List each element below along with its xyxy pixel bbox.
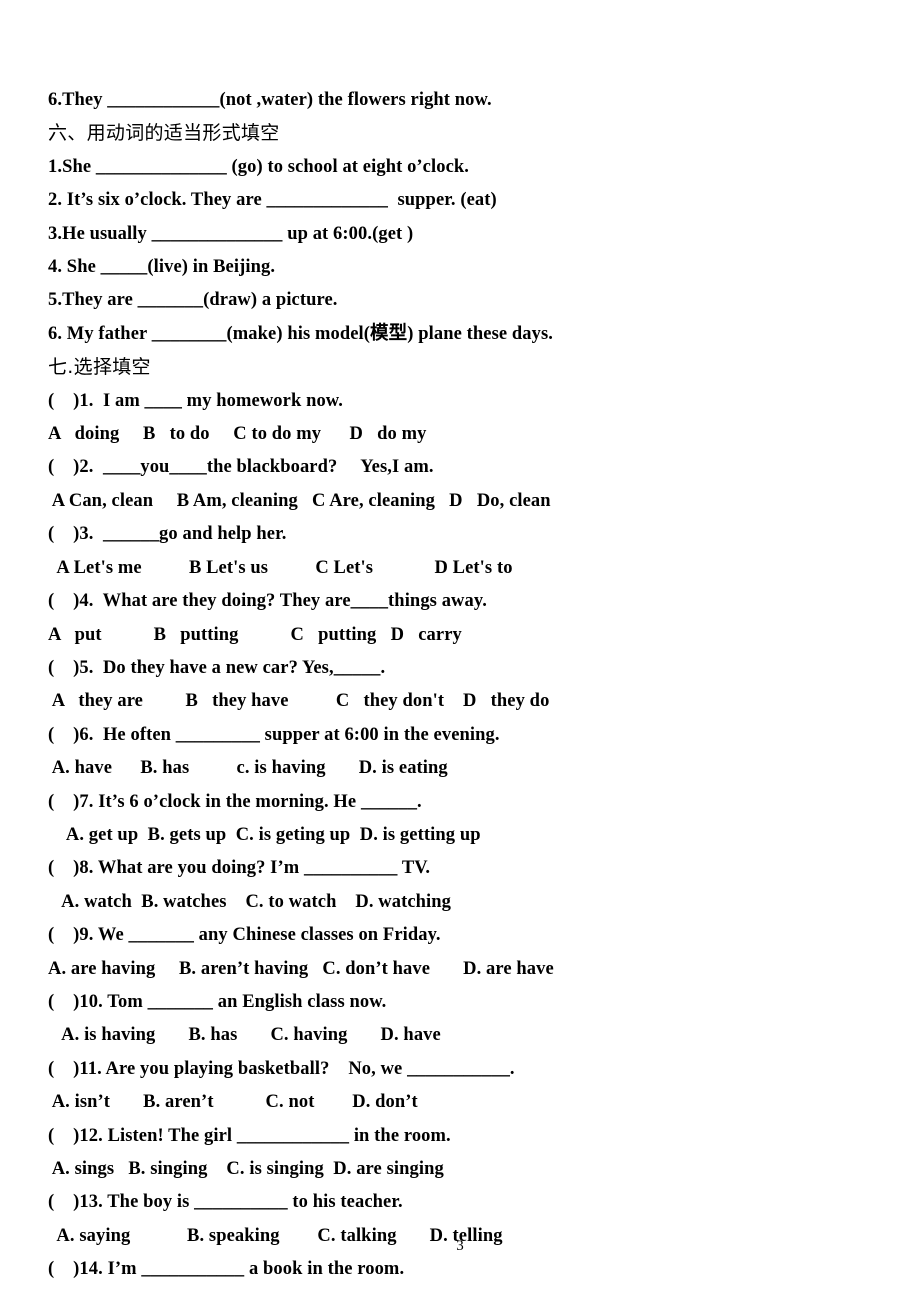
seven-q14: ( )14. I’m ___________ a book in the roo… (48, 1259, 405, 1280)
seven-q1: ( )1. I am ____ my homework now. (48, 390, 343, 411)
seven-q6-options: A. have B. has c. is having D. is eating (48, 758, 448, 779)
six-q5: 5.They are _______(draw) a picture. (48, 290, 338, 311)
seven-q9-options: A. are having B. aren’t having C. don’t … (48, 958, 554, 979)
seven-q4-options: A put B putting C putting D carry (48, 624, 462, 645)
worksheet-page: 6.They ____________(not ,water) the flow… (0, 0, 920, 1300)
six-q4: 4. She _____(live) in Beijing. (48, 257, 276, 278)
seven-q5-options: A they are B they have C they don't D th… (48, 691, 550, 712)
six-q6: 6. My father ________(make) his model(模型… (48, 323, 554, 344)
seven-q12-options: A. sings B. singing C. is singing D. are… (48, 1159, 444, 1179)
seven-q3: ( )3. ______go and help her. (48, 524, 287, 545)
seven-q1-options: A doing B to do C to do my D do my (48, 424, 427, 445)
seven-q12: ( )12. Listen! The girl ____________ in … (48, 1125, 451, 1146)
seven-q6: ( )6. He often _________ supper at 6:00 … (48, 724, 500, 745)
worksheet-body: 6.They ____________(not ,water) the flow… (48, 84, 878, 1287)
fill-q6-prev: 6.They ____________(not ,water) the flow… (48, 90, 492, 110)
six-q3: 3.He usually ______________ up at 6:00.(… (48, 223, 414, 244)
seven-q4: ( )4. What are they doing? They are____t… (48, 591, 487, 612)
seven-q2-options: A Can, clean B Am, cleaning C Are, clean… (48, 490, 551, 511)
seven-q7: ( )7. It’s 6 o’clock in the morning. He … (48, 791, 422, 812)
section-six-heading: 六、用动词的适当形式填空 (48, 122, 280, 145)
seven-q10: ( )10. Tom _______ an English class now. (48, 991, 387, 1012)
six-q2: 2. It’s six o’clock. They are __________… (48, 190, 497, 211)
seven-q3-options: A Let's me B Let's us C Let's D Let's to (48, 557, 513, 578)
page-number: 3 (456, 1238, 464, 1254)
seven-q11-options: A. isn’t B. aren’t C. not D. don’t (48, 1092, 418, 1113)
six-q1: 1.She ______________ (go) to school at e… (48, 156, 470, 177)
seven-q13: ( )13. The boy is __________ to his teac… (48, 1192, 403, 1213)
seven-q2: ( )2. ____you____the blackboard? Yes,I a… (48, 457, 434, 478)
seven-q9: ( )9. We _______ any Chinese classes on … (48, 925, 441, 946)
seven-q5: ( )5. Do they have a new car? Yes,_____. (48, 657, 386, 678)
seven-q8: ( )8. What are you doing? I’m __________… (48, 858, 431, 879)
seven-q7-options: A. get up B. gets up C. is geting up D. … (48, 824, 481, 845)
seven-q11: ( )11. Are you playing basketball? No, w… (48, 1058, 515, 1079)
seven-q8-options: A. watch B. watches C. to watch D. watch… (48, 891, 452, 912)
section-seven-heading: 七.选择填空 (48, 356, 151, 379)
seven-q10-options: A. is having B. has C. having D. have (48, 1025, 441, 1046)
